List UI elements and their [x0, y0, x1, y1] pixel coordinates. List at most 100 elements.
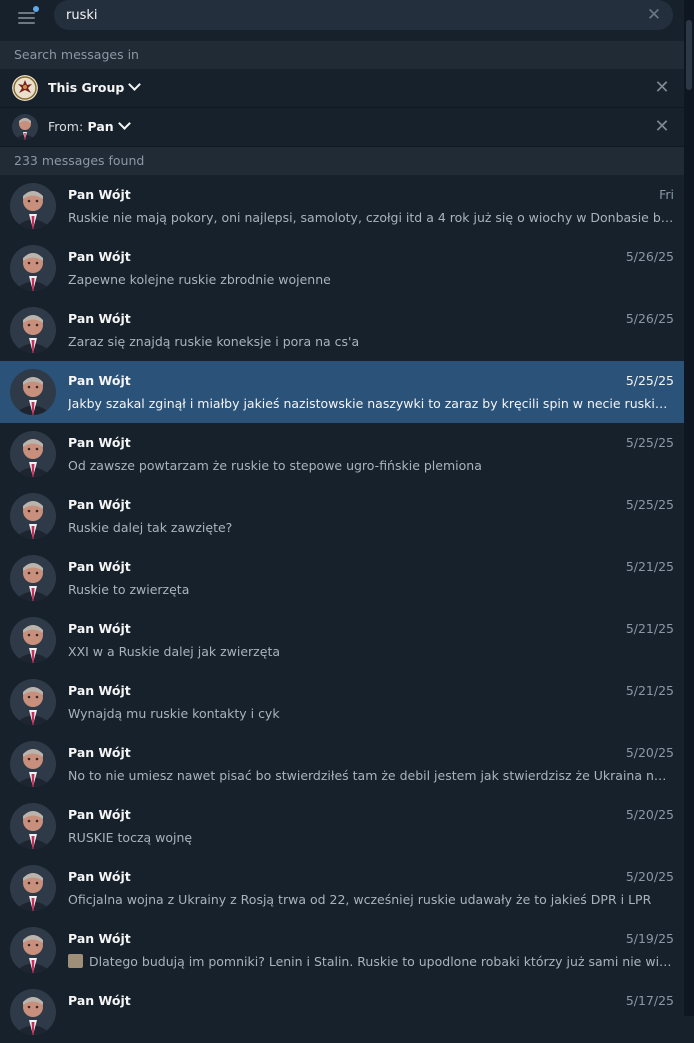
message-text: RUSKIE toczą wojnę — [68, 830, 193, 845]
scope-filter[interactable]: This Group ✕ — [0, 69, 684, 108]
search-result-item[interactable]: Pan Wójt 5/25/25 Od zawsze powtarzam że … — [0, 423, 684, 485]
message-preview: Ruskie to zwierzęta — [68, 582, 674, 597]
message-text: Dlatego budują im pomniki? Lenin i Stali… — [89, 954, 674, 969]
sender-name: Pan Wójt — [68, 931, 131, 946]
message-preview: Zaraz się znajdą ruskie koneksje i pora … — [68, 334, 674, 349]
message-text: Zaraz się znajdą ruskie koneksje i pora … — [68, 334, 360, 349]
message-date: 5/25/25 — [625, 373, 674, 388]
message-date: 5/26/25 — [625, 311, 674, 326]
message-preview: No to nie umiesz nawet pisać bo stwierdz… — [68, 768, 674, 783]
search-result-item[interactable]: Pan Wójt 5/20/25 RUSKIE toczą wojnę — [0, 795, 684, 857]
search-panel: ✕ Search messages in This Group ✕ — [0, 0, 684, 1043]
user-avatar — [10, 369, 56, 415]
chevron-down-icon — [128, 78, 142, 91]
search-result-item[interactable]: Pan Wójt 5/26/25 Zapewne kolejne ruskie … — [0, 237, 684, 299]
message-text: Zapewne kolejne ruskie zbrodnie wojenne — [68, 272, 331, 287]
user-avatar — [10, 927, 56, 973]
search-result-item[interactable]: Pan Wójt 5/25/25 Ruskie dalej tak zawzię… — [0, 485, 684, 547]
message-text: Jakby szakal zginął i miałby jakieś nazi… — [68, 396, 674, 411]
sender-name: Pan Wójt — [68, 869, 131, 884]
scope-filter-label[interactable]: This Group — [48, 69, 142, 107]
message-preview: Zapewne kolejne ruskie zbrodnie wojenne — [68, 272, 674, 287]
search-clear-icon[interactable]: ✕ — [645, 6, 663, 24]
message-preview: Jakby szakal zginął i miałby jakieś nazi… — [68, 396, 674, 411]
message-date: 5/20/25 — [625, 869, 674, 884]
search-result-item[interactable]: Pan Wójt 5/20/25 Oficjalna wojna z Ukrai… — [0, 857, 684, 919]
message-text: Ruskie to zwierzęta — [68, 582, 190, 597]
message-preview: Dlatego budują im pomniki? Lenin i Stali… — [68, 954, 674, 969]
user-avatar — [10, 989, 56, 1035]
message-date: 5/25/25 — [625, 435, 674, 450]
message-preview: Wynajdą mu ruskie kontakty i cyk — [68, 706, 674, 721]
message-date: 5/17/25 — [625, 993, 674, 1008]
message-preview: RUSKIE toczą wojnę — [68, 830, 674, 845]
results-list: Pan Wójt Fri Ruskie nie mają pokory, oni… — [0, 175, 684, 1043]
search-box: ✕ — [54, 0, 673, 30]
user-avatar — [10, 865, 56, 911]
message-text: Ruskie nie mają pokory, oni najlepsi, sa… — [68, 210, 674, 225]
notification-dot-icon — [33, 6, 39, 12]
search-result-item[interactable]: Pan Wójt 5/17/25 — [0, 981, 684, 1043]
media-thumbnail — [68, 954, 83, 968]
sender-name: Pan Wójt — [68, 621, 131, 636]
close-scope-icon[interactable]: ✕ — [652, 78, 672, 98]
sender-name: Pan Wójt — [68, 249, 131, 264]
user-avatar — [10, 493, 56, 539]
search-input[interactable] — [66, 0, 626, 30]
message-text: Ruskie dalej tak zawzięte? — [68, 520, 233, 535]
search-result-item[interactable]: Pan Wójt 5/26/25 Zaraz się znajdą ruskie… — [0, 299, 684, 361]
user-avatar — [10, 803, 56, 849]
search-result-item[interactable]: Pan Wójt Fri Ruskie nie mają pokory, oni… — [0, 175, 684, 237]
search-result-item[interactable]: Pan Wójt 5/21/25 XXI w a Ruskie dalej ja… — [0, 609, 684, 671]
results-count: 233 messages found — [0, 147, 684, 175]
search-result-item[interactable]: Pan Wójt 5/25/25 Jakby szakal zginął i m… — [0, 361, 684, 423]
from-filter-label[interactable]: From: Pan — [48, 108, 131, 146]
search-result-item[interactable]: Pan Wójt 5/20/25 No to nie umiesz nawet … — [0, 733, 684, 795]
message-preview: Ruskie dalej tak zawzięte? — [68, 520, 674, 535]
message-text: No to nie umiesz nawet pisać bo stwierdz… — [68, 768, 674, 783]
sender-name: Pan Wójt — [68, 745, 131, 760]
sender-name: Pan Wójt — [68, 311, 131, 326]
sender-name: Pan Wójt — [68, 683, 131, 698]
search-result-item[interactable]: Pan Wójt 5/19/25 Dlatego budują im pomni… — [0, 919, 684, 981]
menu-button[interactable] — [10, 4, 44, 34]
message-date: 5/20/25 — [625, 745, 674, 760]
from-filter[interactable]: From: Pan ✕ — [0, 108, 684, 147]
message-preview: Ruskie nie mają pokory, oni najlepsi, sa… — [68, 210, 674, 225]
sender-name: Pan Wójt — [68, 187, 131, 202]
top-bar: ✕ — [0, 0, 684, 41]
message-date: 5/21/25 — [625, 683, 674, 698]
search-result-item[interactable]: Pan Wójt 5/21/25 Ruskie to zwierzęta — [0, 547, 684, 609]
chevron-down-icon — [117, 117, 131, 130]
sender-name: Pan Wójt — [68, 373, 131, 388]
message-date: 5/26/25 — [625, 249, 674, 264]
message-text: XXI w a Ruskie dalej jak zwierzęta — [68, 644, 280, 659]
message-preview: Oficjalna wojna z Ukrainy z Rosją trwa o… — [68, 892, 674, 907]
user-avatar — [10, 245, 56, 291]
message-text: Wynajdą mu ruskie kontakty i cyk — [68, 706, 280, 721]
user-avatar — [10, 431, 56, 477]
scrollbar[interactable] — [684, 0, 694, 1016]
message-date: 5/20/25 — [625, 807, 674, 822]
message-text: Oficjalna wojna z Ukrainy z Rosją trwa o… — [68, 892, 652, 907]
user-avatar — [10, 741, 56, 787]
user-avatar — [10, 307, 56, 353]
message-preview: Od zawsze powtarzam że ruskie to stepowe… — [68, 458, 674, 473]
sender-name: Pan Wójt — [68, 497, 131, 512]
sender-name: Pan Wójt — [68, 993, 131, 1008]
user-avatar — [10, 617, 56, 663]
group-avatar — [12, 75, 38, 101]
close-from-icon[interactable]: ✕ — [652, 117, 672, 137]
search-in-header: Search messages in — [0, 41, 684, 69]
message-date: Fri — [659, 187, 674, 202]
message-date: 5/19/25 — [625, 931, 674, 946]
message-date: 5/21/25 — [625, 621, 674, 636]
user-avatar — [10, 679, 56, 725]
sender-name: Pan Wójt — [68, 807, 131, 822]
user-avatar — [10, 555, 56, 601]
user-avatar — [10, 183, 56, 229]
scrollbar-thumb[interactable] — [686, 20, 692, 90]
sender-name: Pan Wójt — [68, 435, 131, 450]
message-text: Od zawsze powtarzam że ruskie to stepowe… — [68, 458, 482, 473]
search-result-item[interactable]: Pan Wójt 5/21/25 Wynajdą mu ruskie konta… — [0, 671, 684, 733]
